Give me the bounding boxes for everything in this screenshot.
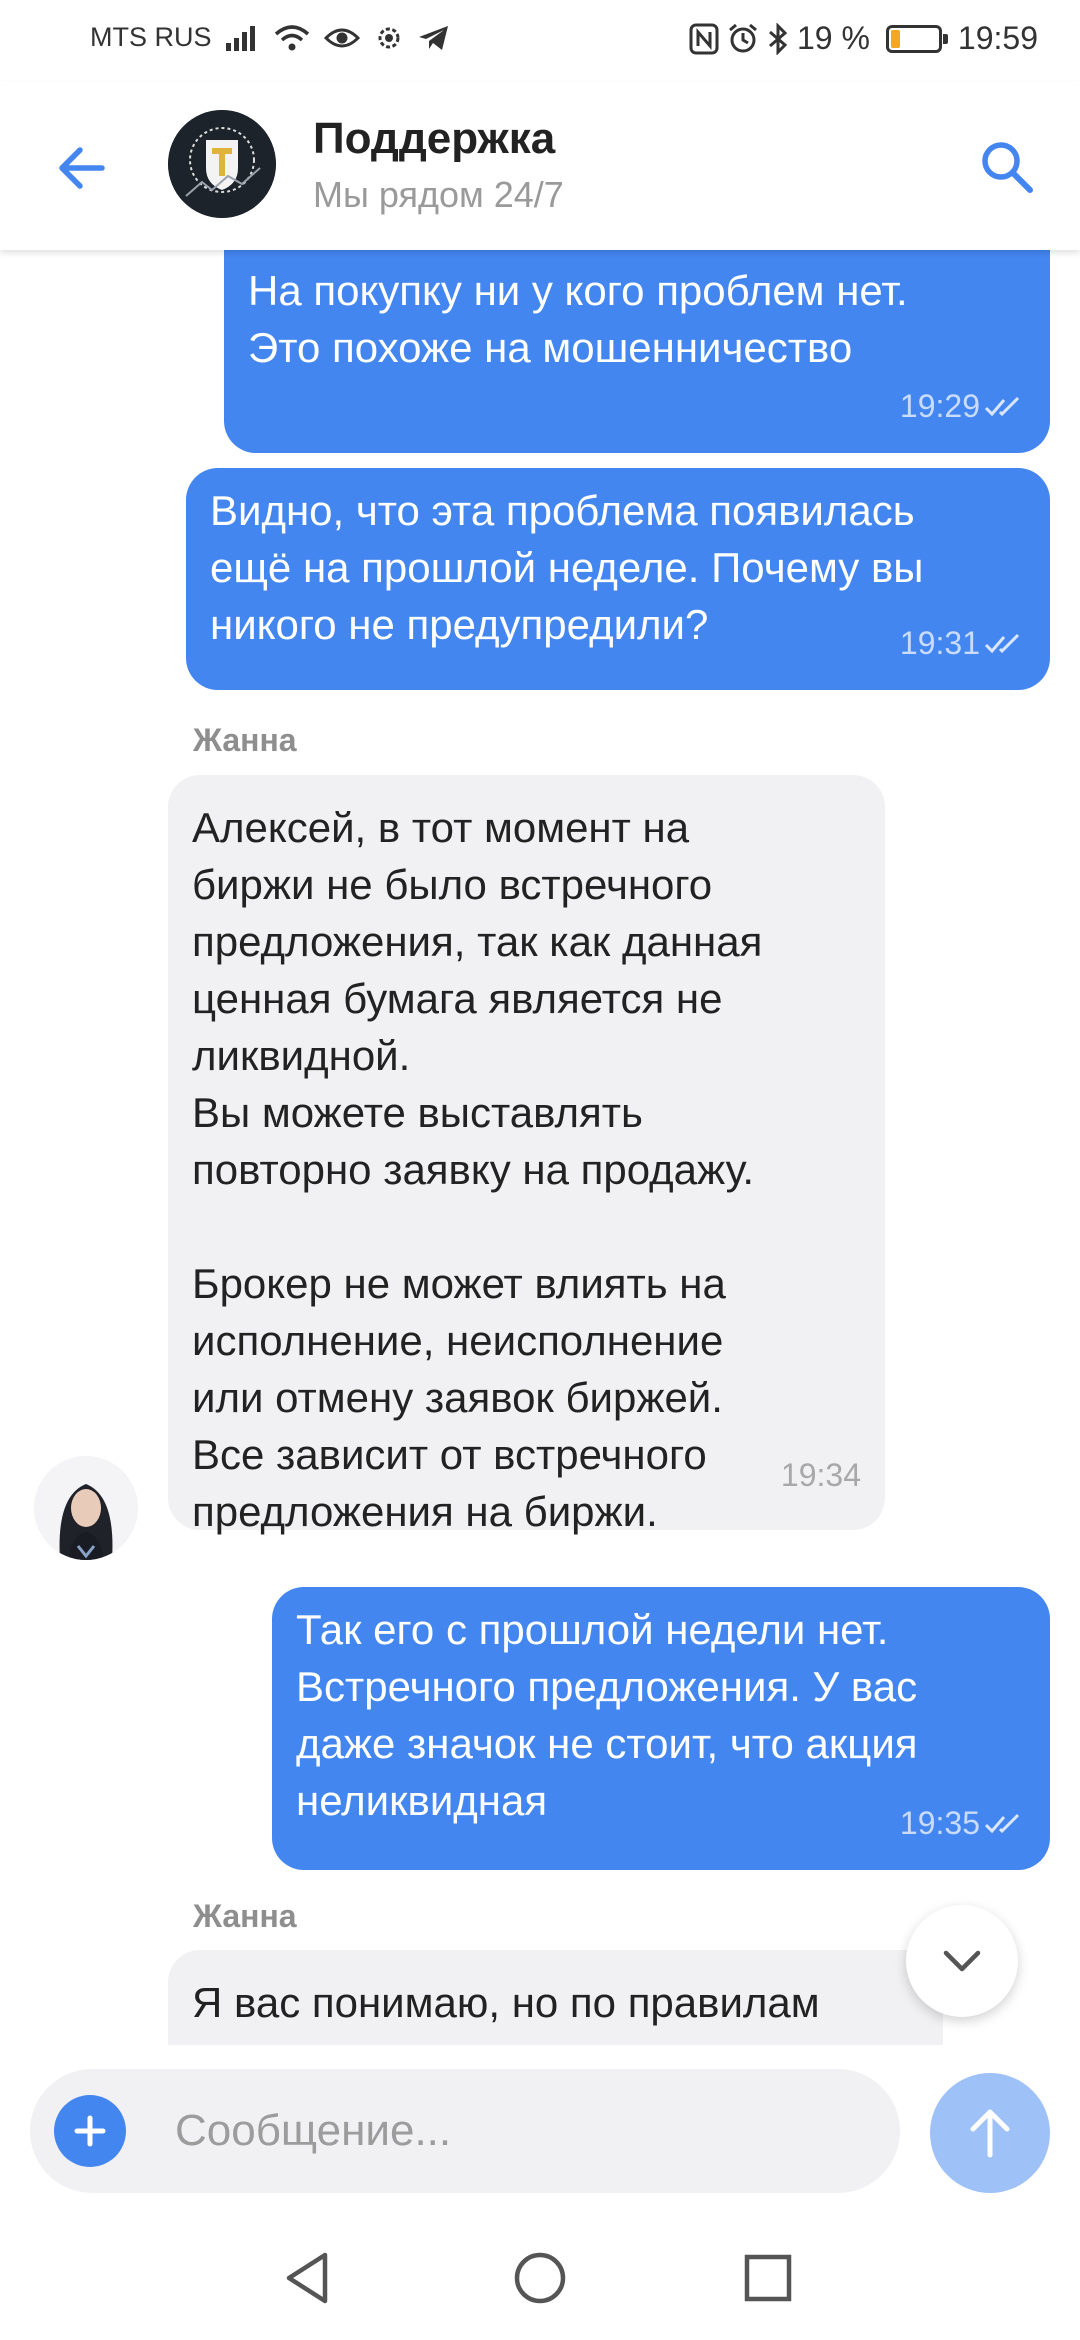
double-check-icon	[984, 396, 1020, 416]
eye-icon	[323, 25, 360, 51]
message-input-container	[30, 2069, 900, 2193]
square-recents-icon	[744, 2254, 792, 2302]
scroll-down-button[interactable]	[906, 1905, 1018, 2017]
message-time: 19:29	[899, 388, 980, 424]
message-meta: 19:29	[900, 378, 1024, 435]
arrow-left-icon	[59, 147, 105, 189]
triangle-back-icon	[286, 2252, 328, 2304]
nav-home-button[interactable]	[510, 2248, 570, 2308]
message-incoming[interactable]: Алексей, в тот момент на биржи не было в…	[168, 775, 885, 1535]
message-composer	[0, 2045, 1080, 2210]
agent-avatar[interactable]	[34, 1456, 138, 1560]
double-check-icon	[984, 1813, 1020, 1833]
chat-subtitle: Мы рядом 24/7	[313, 174, 564, 215]
agent-photo	[34, 1456, 138, 1560]
message-meta: 19:35	[900, 1795, 1024, 1852]
plus-icon	[74, 2115, 106, 2147]
nav-recents-button[interactable]	[738, 2248, 798, 2308]
nav-back-button[interactable]	[278, 2248, 338, 2308]
message-list[interactable]: На покупку ни у кого проблем нет. Это по…	[0, 250, 1080, 2045]
message-text: Я вас понимаю, но по правилам	[192, 1979, 820, 2026]
gear-icon	[374, 23, 404, 53]
nfc-icon	[689, 23, 719, 55]
support-avatar[interactable]	[168, 110, 276, 218]
double-check-icon	[984, 633, 1020, 653]
alarm-icon	[727, 23, 759, 55]
attach-button[interactable]	[54, 2095, 126, 2167]
message-time: 19:34	[780, 1457, 861, 1493]
bluetooth-icon	[767, 22, 789, 55]
search-button[interactable]	[974, 134, 1040, 200]
carrier-label: MTS RUS	[90, 22, 212, 52]
battery-icon	[885, 24, 948, 53]
message-incoming[interactable]: Я вас понимаю, но по правилам	[168, 1950, 943, 2045]
chevron-down-icon	[943, 1950, 981, 1972]
chat-title: Поддержка	[313, 114, 556, 163]
message-outgoing[interactable]: На покупку ни у кого проблем нет. Это по…	[224, 250, 1050, 453]
search-icon	[982, 142, 1033, 193]
sender-name: Жанна	[193, 722, 297, 758]
message-outgoing[interactable]: Так его с прошлой недели нет. Встречного…	[272, 1587, 1050, 1870]
circle-home-icon	[514, 2252, 566, 2304]
system-nav-bar	[0, 2210, 1080, 2340]
message-text: Алексей, в тот момент на биржи не было в…	[192, 804, 763, 1535]
status-bar: MTS RUS 19 % 19:59	[0, 0, 1080, 82]
message-meta: 19:31	[900, 615, 1024, 672]
arrow-up-icon	[970, 2109, 1010, 2158]
signal-icon	[225, 25, 260, 51]
message-outgoing[interactable]: Видно, что эта проблема появилась ещё на…	[186, 468, 1050, 690]
message-time: 19:31	[899, 625, 980, 661]
message-time: 19:35	[899, 1805, 980, 1841]
clock: 19:59	[957, 20, 1038, 56]
message-text: На покупку ни у кого проблем нет. Это по…	[248, 267, 908, 371]
chat-header: Поддержка Мы рядом 24/7	[0, 82, 1080, 250]
battery-percent: 19 %	[796, 20, 870, 56]
message-meta: 19:34	[781, 1447, 861, 1504]
bank-logo-icon	[168, 110, 276, 218]
back-button[interactable]	[50, 136, 114, 200]
telegram-icon	[418, 24, 450, 52]
send-button[interactable]	[930, 2073, 1050, 2193]
message-input[interactable]	[175, 2099, 875, 2163]
sender-name: Жанна	[193, 1898, 297, 1934]
wifi-icon	[274, 24, 310, 52]
